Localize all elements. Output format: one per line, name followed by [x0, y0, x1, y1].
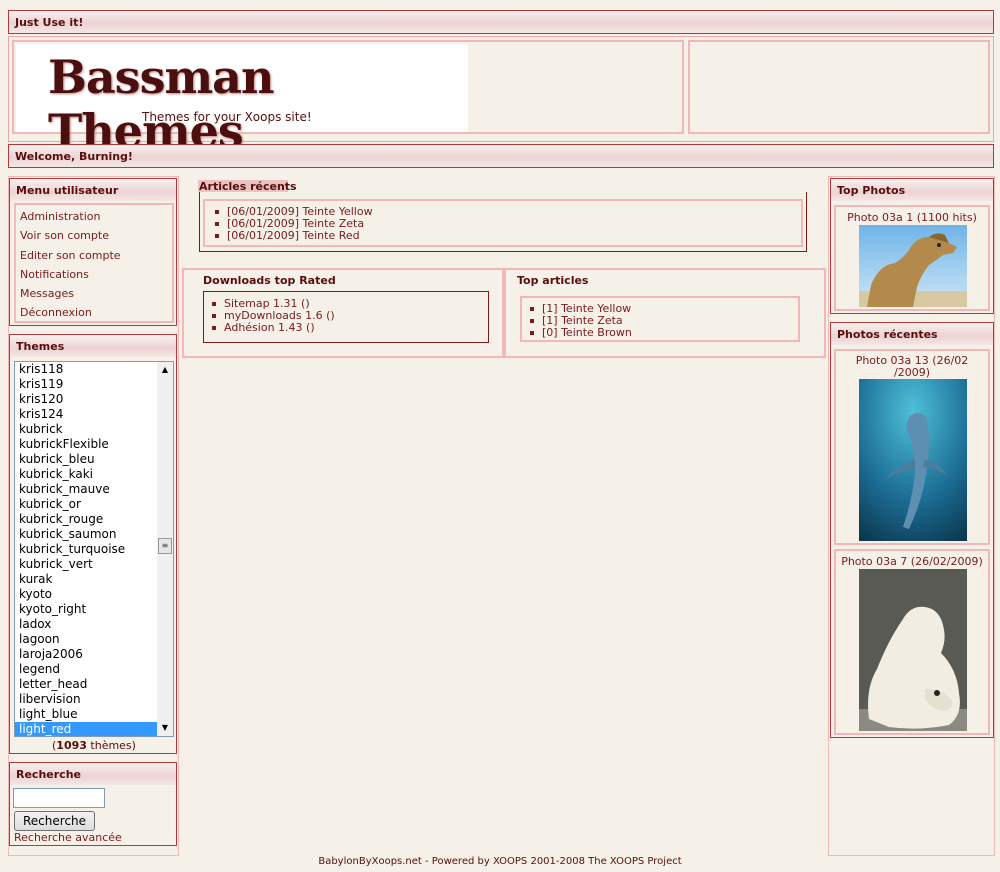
download-item[interactable]: Adhésion 1.43 () — [208, 322, 488, 334]
theme-option[interactable]: kurak — [15, 572, 173, 587]
top-articles-block: Top articles [1] Teinte Yellow [1] Teint… — [504, 268, 826, 358]
themes-options: kris118 kris119 kris120 kris124 kubrick kubri… — [15, 362, 173, 736]
menu-item-messages[interactable]: Messages — [16, 284, 172, 303]
scroll-up-icon[interactable]: ▲ — [157, 362, 173, 378]
theme-option[interactable]: light_blue — [15, 707, 173, 722]
theme-option[interactable]: laroja2006 — [15, 647, 173, 662]
downloads-top-rated-block: Downloads top Rated Sitemap 1.31 () myDo… — [182, 268, 504, 358]
theme-option[interactable]: ladox — [15, 617, 173, 632]
themes-title: Themes — [10, 335, 176, 357]
theme-option[interactable]: libervision — [15, 692, 173, 707]
theme-option[interactable]: legend — [15, 662, 173, 677]
theme-option[interactable]: letter_head — [15, 677, 173, 692]
top-photo-caption[interactable]: Photo 03a 1 (1100 hits) — [836, 207, 988, 224]
top-article-item[interactable]: [0] Teinte Brown — [526, 327, 798, 339]
theme-option[interactable]: kyoto — [15, 587, 173, 602]
recent-photo-item[interactable]: Photo 03a 13 (26/02 /2009) — [834, 349, 990, 545]
themes-count-suffix: thèmes) — [86, 739, 136, 752]
menu-item-logout[interactable]: Déconnexion — [16, 303, 172, 322]
user-menu-list: Administration Voir son compte Editer so… — [14, 203, 174, 323]
menu-item-view-account[interactable]: Voir son compte — [16, 226, 172, 245]
theme-option[interactable]: light_red — [15, 722, 173, 736]
recent-photos-title: Photos récentes — [831, 323, 993, 345]
footer: BabylonByXoops.net - Powered by XOOPS 20… — [318, 856, 682, 867]
recent-articles-list: [06/01/2009] Teinte Yellow [06/01/2009] … — [211, 206, 801, 242]
theme-option[interactable]: kubrick_saumon — [15, 527, 173, 542]
recent-photo-caption-line2: /2009) — [894, 366, 930, 379]
themes-block: Themes kris118 kris119 kris120 kris124 kubri… — [9, 334, 177, 754]
welcome-bar: Welcome, Burning! — [8, 144, 994, 168]
theme-option[interactable]: kubrick_or — [15, 497, 173, 512]
top-articles-list-box: [1] Teinte Yellow [1] Teinte Zeta [0] Te… — [520, 296, 800, 342]
theme-option[interactable]: kris120 — [15, 392, 173, 407]
polar-bear-photo[interactable] — [859, 569, 967, 731]
site-logo[interactable]: Bassman Themes Themes for your Xoops sit… — [16, 44, 468, 158]
scroll-thumb[interactable]: ≡ — [158, 538, 172, 554]
logo-tagline: Themes for your Xoops site! — [142, 110, 312, 124]
welcome-text: Welcome, Burning! — [15, 150, 133, 163]
recent-photo-caption[interactable]: Photo 03a 7 (26/02/2009) — [836, 551, 988, 568]
scroll-down-icon[interactable]: ▼ — [157, 720, 173, 736]
recent-photos-block: Photos récentes Photo 03a 13 (26/02 /200… — [830, 322, 994, 738]
top-articles-list: [1] Teinte Yellow [1] Teinte Zeta [0] Te… — [526, 303, 798, 339]
theme-option[interactable]: kubrick — [15, 422, 173, 437]
downloads-list-box: Sitemap 1.31 () myDownloads 1.6 () Adhés… — [203, 291, 489, 343]
dolphin-photo[interactable] — [859, 379, 967, 541]
header-right-panel — [688, 40, 990, 134]
menu-item-administration[interactable]: Administration — [16, 207, 172, 226]
downloads-top-rated-title: Downloads top Rated — [203, 274, 336, 287]
top-articles-title: Top articles — [517, 274, 589, 287]
search-button[interactable]: Recherche — [14, 811, 96, 831]
recent-photo-item[interactable]: Photo 03a 7 (26/02/2009) — [834, 549, 990, 735]
theme-option[interactable]: kris118 — [15, 362, 173, 377]
downloads-list: Sitemap 1.31 () myDownloads 1.6 () Adhés… — [208, 298, 488, 334]
theme-option[interactable]: kubrick_kaki — [15, 467, 173, 482]
menu-item-notifications[interactable]: Notifications — [16, 265, 172, 284]
themes-count: (1093 thèmes) — [10, 739, 178, 752]
camel-photo[interactable] — [859, 225, 967, 307]
user-menu-title: Menu utilisateur — [10, 179, 176, 201]
theme-option[interactable]: kubrick_vert — [15, 557, 173, 572]
theme-option[interactable]: kubrick_mauve — [15, 482, 173, 497]
top-photo-item[interactable]: Photo 03a 1 (1100 hits) — [834, 205, 990, 311]
themes-select[interactable]: kris118 kris119 kris120 kris124 kubrick kubri… — [14, 361, 174, 737]
theme-option[interactable]: kubrick_bleu — [15, 452, 173, 467]
site-name-bar: Just Use it! — [8, 10, 994, 34]
theme-option[interactable]: kris124 — [15, 407, 173, 422]
theme-option[interactable]: kubrick_turquoise — [15, 542, 173, 557]
top-photos-block: Top Photos Photo 03a 1 (1100 hits) — [830, 178, 994, 314]
top-photos-title: Top Photos — [831, 179, 993, 201]
themes-scrollbar[interactable]: ▲ ≡ ▼ — [157, 362, 173, 736]
advanced-search-link[interactable]: Recherche avancée — [14, 831, 122, 844]
theme-option[interactable]: kubrick_rouge — [15, 512, 173, 527]
menu-item-edit-account[interactable]: Editer son compte — [16, 246, 172, 265]
themes-count-value: 1093 — [56, 739, 87, 752]
theme-option[interactable]: lagoon — [15, 632, 173, 647]
search-block: Recherche Recherche Recherche avancée — [9, 762, 177, 846]
theme-option[interactable]: kubrickFlexible — [15, 437, 173, 452]
logo-title: Bassman Themes — [48, 50, 274, 158]
search-input[interactable] — [13, 788, 105, 808]
recent-article-item[interactable]: [06/01/2009] Teinte Red — [211, 230, 801, 242]
site-name: Just Use it! — [15, 16, 84, 29]
user-menu-block: Menu utilisateur Administration Voir son… — [9, 178, 177, 326]
theme-option[interactable]: kris119 — [15, 377, 173, 392]
search-title: Recherche — [10, 763, 176, 785]
theme-option[interactable]: kyoto_right — [15, 602, 173, 617]
recent-articles-list-box: [06/01/2009] Teinte Yellow [06/01/2009] … — [203, 199, 803, 247]
recent-photo-caption[interactable]: Photo 03a 13 (26/02 /2009) — [836, 351, 988, 379]
